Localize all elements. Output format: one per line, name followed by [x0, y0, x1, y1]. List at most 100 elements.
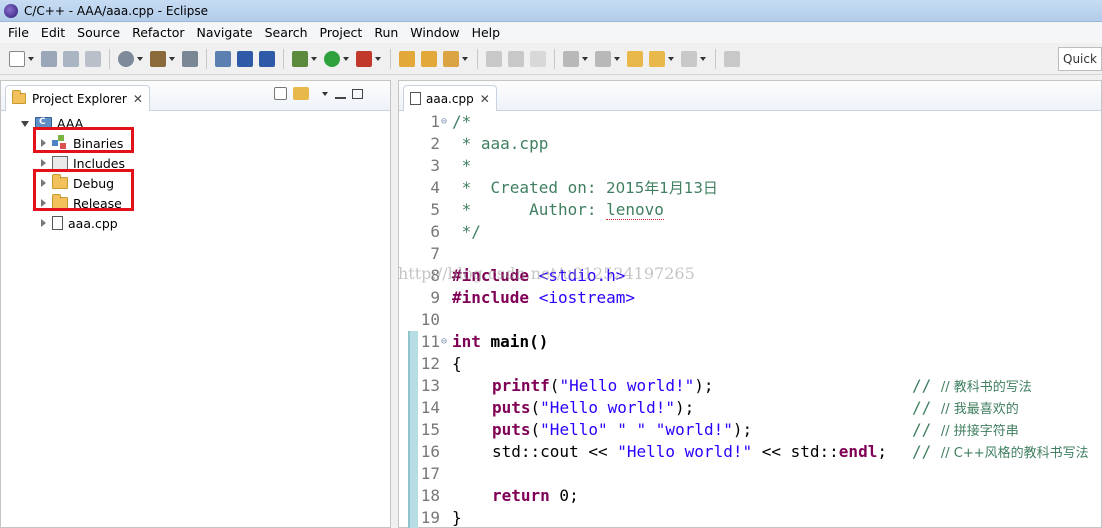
save-all-icon[interactable] — [63, 50, 79, 67]
collapsed-arrow-icon[interactable] — [41, 159, 46, 167]
return-keyword: return — [492, 486, 550, 505]
line-number: 10 — [420, 310, 440, 329]
code-text-area[interactable]: 1 2 3 4 5 6 7 8 9 10 11 12 13 14 15 16 1… — [399, 111, 1101, 528]
external-tools-dropdown-icon[interactable] — [375, 56, 381, 61]
search-dropdown-icon[interactable] — [462, 56, 468, 61]
back-arrow-icon[interactable] — [649, 50, 665, 67]
tree-item-aaa-cpp[interactable]: aaa.cpp — [41, 213, 118, 233]
comment-text: * Created on: — [452, 178, 607, 197]
menu-source[interactable]: Source — [71, 22, 126, 43]
view-menu-icon[interactable] — [322, 91, 328, 96]
search-icon[interactable] — [443, 50, 459, 67]
new-header-icon[interactable] — [259, 50, 275, 67]
forward-arrow-icon[interactable] — [681, 50, 697, 67]
menu-file[interactable]: File — [2, 22, 35, 43]
next-annotation-dropdown-icon[interactable] — [582, 56, 588, 61]
close-icon[interactable]: ✕ — [480, 92, 490, 106]
editor-area: aaa.cpp ✕ 1 2 3 4 5 6 7 8 9 10 11 12 13 … — [398, 80, 1102, 528]
binary-icon[interactable] — [182, 50, 198, 67]
build-dropdown-icon[interactable] — [169, 56, 175, 61]
menu-project[interactable]: Project — [314, 22, 369, 43]
line-number: 19 — [420, 508, 440, 527]
includes-icon — [52, 156, 68, 170]
cpp-file-icon — [410, 92, 421, 105]
line-number: 15 — [420, 420, 440, 439]
cout-expression: << std:: — [752, 442, 839, 461]
line-number: 18 — [420, 486, 440, 505]
toolbar-separator — [206, 48, 207, 69]
back-dropdown-icon[interactable] — [668, 56, 674, 61]
menu-help[interactable]: Help — [466, 22, 507, 43]
comment-text: * Author: — [452, 200, 607, 219]
code-line-2: * aaa.cpp — [452, 134, 549, 153]
collapsed-arrow-icon[interactable] — [41, 219, 46, 227]
tab-aaa-cpp-label: aaa.cpp — [426, 91, 474, 106]
code-line-4: * Created on: 2015年1月13日 — [452, 177, 718, 199]
expanded-arrow-icon[interactable] — [21, 121, 29, 127]
new-file-icon[interactable] — [9, 50, 25, 67]
cout-expression: std::cout << — [492, 442, 618, 461]
menu-window[interactable]: Window — [404, 22, 465, 43]
menu-search[interactable]: Search — [259, 22, 314, 43]
project-explorer-icon — [12, 90, 26, 104]
tab-project-explorer[interactable]: Project Explorer ✕ — [5, 85, 150, 111]
code-line-5: * Author: lenovo — [452, 199, 664, 221]
collapse-all-icon[interactable] — [274, 87, 287, 100]
string-literal: " " — [617, 420, 647, 439]
line-number: 16 — [420, 442, 440, 461]
open-element-icon[interactable] — [421, 50, 437, 67]
minimize-icon[interactable] — [335, 89, 346, 99]
open-type-icon[interactable] — [399, 50, 415, 67]
next-annotation-icon[interactable] — [563, 50, 579, 67]
code-line-18: return 0; — [492, 485, 579, 507]
tab-project-explorer-label: Project Explorer — [32, 91, 127, 106]
prev-annotation-dropdown-icon[interactable] — [614, 56, 620, 61]
run-icon[interactable] — [324, 50, 340, 67]
menu-edit[interactable]: Edit — [35, 22, 71, 43]
menu-run[interactable]: Run — [368, 22, 404, 43]
close-icon[interactable]: ✕ — [133, 92, 143, 106]
maximize-icon[interactable] — [352, 88, 363, 99]
function-call: printf — [492, 376, 550, 395]
highlight-box-debug-release — [33, 169, 134, 211]
prev-annotation-icon[interactable] — [595, 50, 611, 67]
toggle-mark-occurrences-icon[interactable] — [486, 50, 502, 67]
toolbar-separator — [109, 48, 110, 69]
hammer-icon[interactable] — [150, 50, 166, 67]
forward-dropdown-icon[interactable] — [700, 56, 706, 61]
line-number: 9 — [430, 288, 440, 307]
link-with-editor-icon[interactable] — [293, 87, 309, 100]
window-title: C/C++ - AAA/aaa.cpp - Eclipse — [24, 3, 208, 18]
code-line-3: * — [452, 156, 472, 175]
debug-dropdown-icon[interactable] — [311, 56, 317, 61]
menu-refactor[interactable]: Refactor — [126, 22, 190, 43]
title-bar: C/C++ - AAA/aaa.cpp - Eclipse — [0, 0, 1102, 22]
code-comment-16: // // C++风格的教科书写法 — [912, 442, 1089, 461]
new-dropdown-arrow-icon[interactable] — [28, 56, 34, 61]
external-tools-icon[interactable] — [356, 50, 372, 67]
new-class-icon[interactable] — [237, 50, 253, 67]
fold-toggle-icon[interactable]: ⊖ — [441, 331, 447, 353]
line-number: 2 — [430, 134, 440, 153]
pin-editor-icon[interactable] — [724, 50, 740, 67]
code-line-19: } — [452, 508, 462, 527]
gear-icon[interactable] — [118, 50, 134, 67]
quick-access-input[interactable]: Quick Access — [1058, 47, 1102, 71]
skip-breakpoints-icon[interactable] — [215, 50, 231, 67]
run-dropdown-icon[interactable] — [343, 56, 349, 61]
code-line-1: /* — [452, 112, 472, 131]
fold-toggle-icon[interactable]: ⊖ — [441, 111, 447, 133]
last-edit-icon[interactable] — [627, 50, 643, 67]
tab-aaa-cpp[interactable]: aaa.cpp ✕ — [403, 85, 497, 111]
chinese-comment: // 我最喜欢的 — [940, 402, 1019, 417]
debug-icon[interactable] — [292, 50, 308, 67]
line-number: 7 — [430, 244, 440, 263]
watermark-text: http://blog.csdn.net/u012524197265 — [398, 264, 695, 283]
show-whitespace-icon[interactable] — [508, 50, 524, 67]
menu-navigate[interactable]: Navigate — [191, 22, 259, 43]
pen-icon[interactable] — [530, 50, 546, 67]
build-config-dropdown-icon[interactable] — [137, 56, 143, 61]
toolbar-separator — [715, 48, 716, 69]
save-icon[interactable] — [41, 50, 57, 67]
print-icon[interactable] — [85, 50, 101, 67]
